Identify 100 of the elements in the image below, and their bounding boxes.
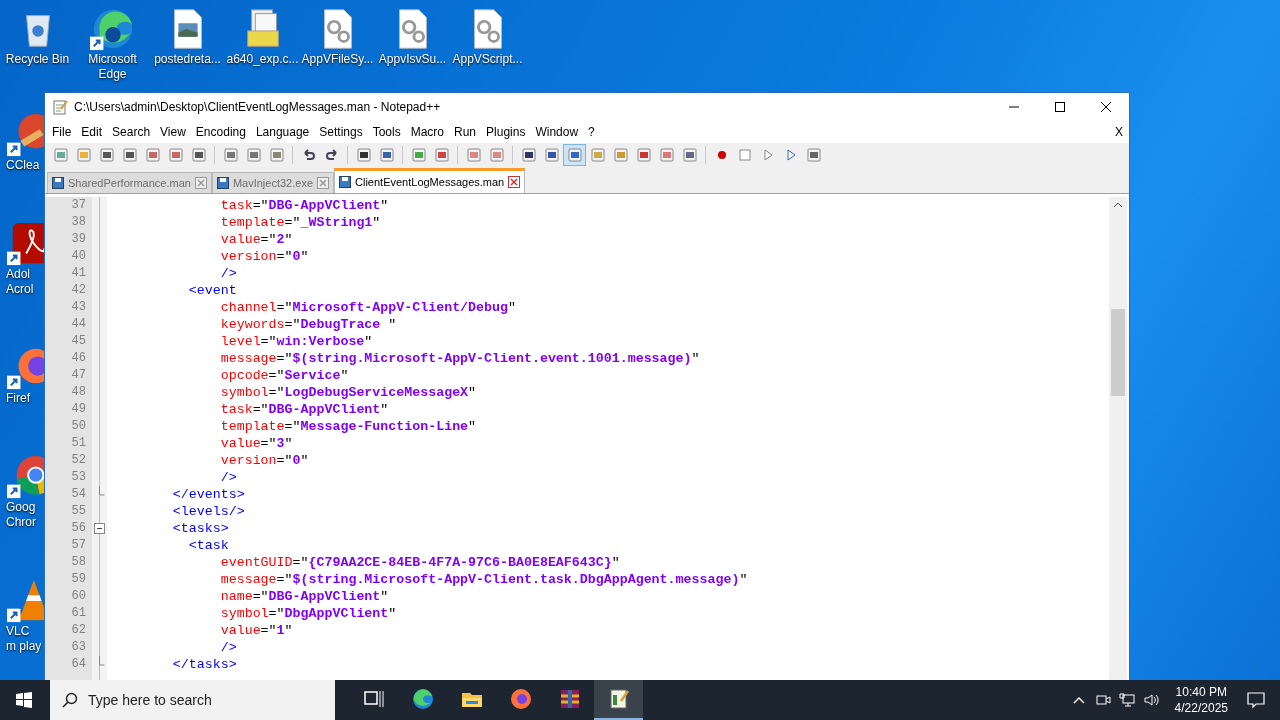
line-number: 47	[70, 367, 87, 384]
desktop-shortcut[interactable]: postedreta...	[150, 6, 225, 82]
window-title: C:\Users\admin\Desktop\ClientEventLogMessages.man - Notepad++	[74, 100, 442, 114]
code-line: level="win:Verbose"	[219, 334, 373, 349]
menu-item[interactable]: File	[47, 125, 77, 139]
line-number: 59	[70, 571, 87, 588]
menu-item[interactable]: View	[155, 125, 191, 139]
line-number: 60	[70, 588, 87, 605]
code-line: keywords="DebugTrace "	[219, 317, 397, 332]
code-line: <task	[187, 538, 229, 553]
line-number: 55	[70, 503, 87, 520]
network-icon[interactable]	[1118, 692, 1135, 708]
code-line: name="DBG-AppVClient"	[219, 589, 389, 604]
desktop-icon-label: Goog Chror	[5, 500, 37, 530]
search-icon	[62, 692, 78, 708]
menu-item[interactable]: Run	[449, 125, 482, 139]
code-line: symbol="LogDebugServiceMessageX"	[219, 385, 477, 400]
code-line: <tasks>	[171, 521, 229, 536]
line-number: 62	[70, 622, 87, 639]
line-number: 45	[70, 333, 87, 350]
desktop-icon-label: postedreta...	[153, 52, 222, 67]
desktop-shortcut[interactable]: AppvIsvSu...	[375, 6, 450, 82]
menu-item[interactable]: Tools	[367, 125, 406, 139]
shortcut-arrow-icon	[7, 484, 21, 499]
desktop-shortcut[interactable]: AppVScript...	[450, 6, 525, 82]
code-line: channel="Microsoft-AppV-Client/Debug"	[219, 300, 516, 315]
line-number: 48	[70, 384, 87, 401]
line-number: 43	[70, 299, 87, 316]
camera-icon[interactable]	[1094, 692, 1111, 708]
fox-browser-icon	[508, 687, 533, 711]
scrollbar-thumb[interactable]	[1111, 309, 1125, 396]
line-number: 40	[70, 248, 87, 265]
desktop-shortcut[interactable]: a640_exp.c...	[225, 6, 300, 82]
maximize-icon	[1054, 101, 1066, 113]
close-icon	[1100, 101, 1112, 113]
close-icon[interactable]	[508, 176, 521, 188]
desktop-icon-label: AppVScript...	[451, 52, 524, 67]
line-number: 42	[70, 282, 87, 299]
menu-item[interactable]: Language	[250, 125, 315, 139]
desktop-shortcut[interactable]: AppVFileSy...	[300, 6, 375, 82]
line-number: 50	[70, 418, 87, 435]
menu-item[interactable]: Search	[107, 125, 156, 139]
volume-icon[interactable]	[1142, 692, 1159, 708]
scroll-up-icon[interactable]	[1113, 202, 1123, 208]
desktop-shortcut[interactable]: Microsoft Edge	[75, 6, 150, 82]
date-text: 4/22/2025	[1174, 700, 1228, 716]
notification-icon[interactable]	[1246, 690, 1266, 710]
line-number: 49	[70, 401, 87, 418]
desktop-icon-label: AppvIsvSu...	[377, 52, 448, 67]
toolbar-button[interactable]	[563, 144, 586, 166]
vertical-scrollbar[interactable]	[1109, 197, 1127, 681]
line-number: 63	[70, 639, 87, 656]
fold-toggle-icon[interactable]	[94, 523, 105, 534]
code-line: />	[219, 266, 237, 281]
line-number: 51	[70, 435, 87, 452]
code-line: task="DBG-AppVClient"	[219, 402, 389, 417]
desktop-icon-label: Microsoft Edge	[87, 52, 138, 82]
code-line: message="$(string.Microsoft-AppV-Client.task.DbgAppAgent.message)"	[219, 572, 748, 587]
menu-item[interactable]: Settings	[314, 125, 368, 139]
desktop-icon-label: CClea	[5, 158, 41, 173]
code-line: message="$(string.Microsoft-AppV-Client.event.1001.message)"	[219, 351, 700, 366]
line-number: 54	[70, 486, 87, 503]
menu-item[interactable]: ?	[583, 125, 600, 139]
line-number: 38	[70, 214, 87, 231]
desktop-shortcut[interactable]: Recycle Bin	[0, 6, 75, 82]
taskbar-app-button[interactable]	[594, 680, 643, 720]
code-line: </events>	[171, 487, 245, 502]
code-line: value="1"	[219, 623, 293, 638]
line-number: 56	[70, 520, 87, 537]
menu-item[interactable]: Macro	[405, 125, 449, 139]
line-number: 46	[70, 350, 87, 367]
code-line: eventGUID="{C79AA2CE-84EB-4F7A-97C6-BA0E8EAF643C}"	[219, 555, 620, 570]
file-tab[interactable]: MavInject32.exe	[211, 172, 334, 193]
menu-item[interactable]: Encoding	[190, 125, 251, 139]
code-line: version="0"	[219, 453, 309, 468]
line-number: 44	[70, 316, 87, 333]
menu-item[interactable]: Window	[530, 125, 584, 139]
menu-item[interactable]: Plugins	[481, 125, 531, 139]
line-number: 53	[70, 469, 87, 486]
clock[interactable]: 10:40 PM 4/22/2025	[1162, 684, 1238, 716]
desktop-icon-label: a640_exp.c...	[225, 52, 300, 67]
line-number: 64	[70, 656, 87, 673]
file-tab[interactable]: ClientEventLogMessages.man	[334, 168, 526, 193]
line-number: 41	[70, 265, 87, 282]
code-line: version="0"	[219, 249, 309, 264]
file-tab[interactable]: SharedPerformance.man	[47, 172, 212, 193]
windows-logo-icon	[16, 692, 32, 708]
shortcut-arrow-icon	[7, 608, 21, 623]
code-line: value="2"	[219, 232, 293, 247]
menu-item[interactable]: Edit	[76, 125, 108, 139]
stop-icon	[736, 147, 753, 163]
redo-icon	[323, 147, 340, 163]
line-number: 37	[70, 197, 87, 214]
close-document-button[interactable]: X	[1109, 125, 1129, 139]
line-number: 58	[70, 554, 87, 571]
code-line: <levels/>	[171, 504, 245, 519]
code-line: </tasks>	[171, 657, 237, 672]
code-line: <event	[187, 283, 237, 298]
search-field[interactable]: Type here to search	[50, 680, 335, 720]
line-number: 57	[70, 537, 87, 554]
